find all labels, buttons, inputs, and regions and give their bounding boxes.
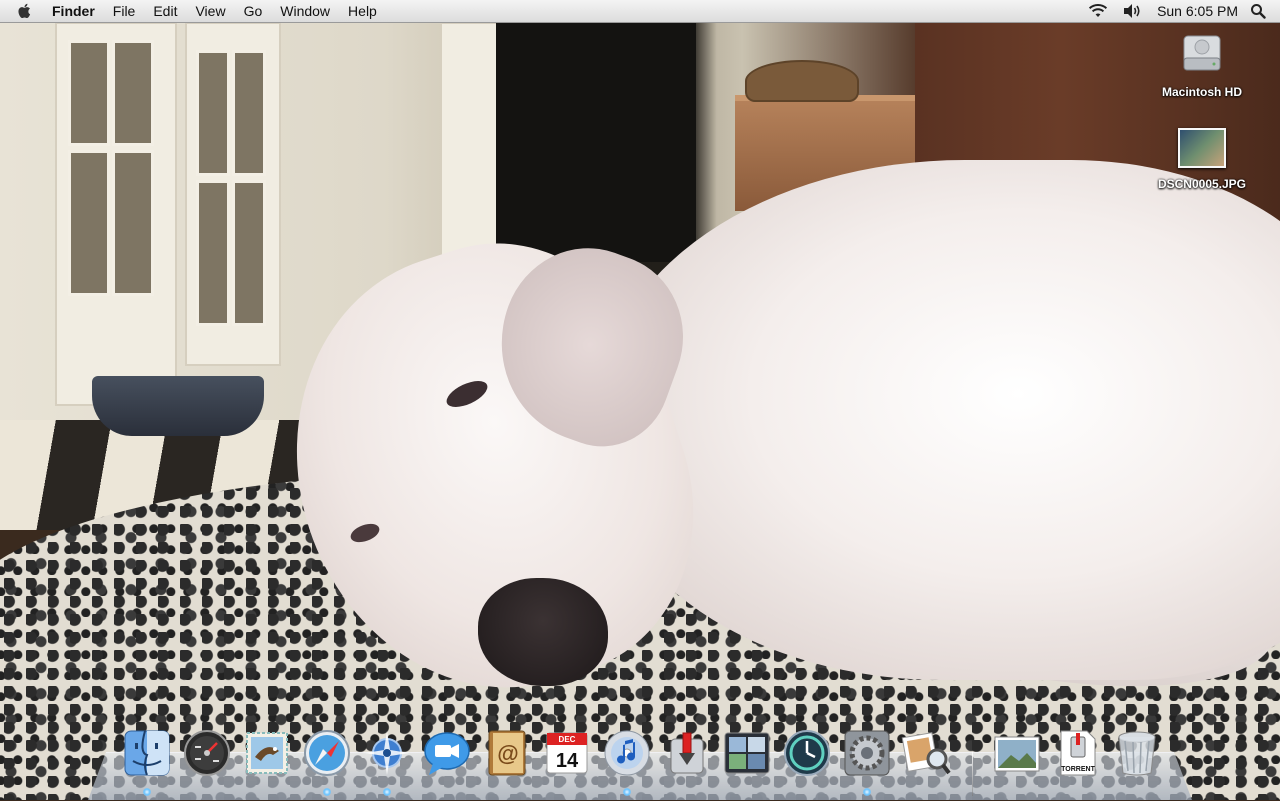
wifi-icon[interactable]: [1087, 2, 1109, 20]
finder-icon: [124, 730, 170, 776]
network-icon: [365, 731, 409, 775]
dock-item-trash[interactable]: [1110, 726, 1164, 780]
dock-separator: [972, 752, 973, 796]
picture-stack-icon: [994, 736, 1040, 772]
desktop-wallpaper: [0, 0, 1280, 800]
dock-item-time-machine[interactable]: [780, 726, 834, 780]
itunes-icon: [604, 730, 650, 776]
menu-window[interactable]: Window: [271, 0, 339, 22]
svg-text:@: @: [497, 741, 518, 766]
safari-icon: [304, 730, 350, 776]
dock-item-system-preferences[interactable]: [840, 726, 894, 780]
dock-item-finder[interactable]: [120, 726, 174, 780]
menu-clock[interactable]: Sun 6:05 PM: [1149, 3, 1250, 19]
desktop-icon-macintosh-hd[interactable]: Macintosh HD: [1142, 30, 1262, 99]
menu-extras: Sun 6:05 PM: [1081, 0, 1280, 22]
menu-bar: Finder File Edit View Go Window Help Sun…: [0, 0, 1280, 23]
image-file-icon: [1178, 128, 1226, 168]
menu-file[interactable]: File: [104, 0, 145, 22]
finder-running-indicator: [143, 788, 151, 796]
dock-item-address-book[interactable]: @: [480, 726, 534, 780]
mail-icon: [246, 732, 288, 774]
preview-icon: [901, 732, 951, 775]
system-preferences-running-indicator: [863, 788, 871, 796]
dock-item-dashboard[interactable]: [180, 726, 234, 780]
ichat-icon: [424, 732, 470, 775]
menu-go[interactable]: Go: [235, 0, 272, 22]
dock-item-safari[interactable]: [300, 726, 354, 780]
ical-month: DEC: [559, 735, 576, 744]
desktop-icon-label: DSCN0005.JPG: [1157, 177, 1247, 191]
dashboard-icon: [184, 730, 230, 776]
dock-item-network[interactable]: [360, 726, 414, 780]
torrent-file-icon: TORRENT: [1060, 730, 1096, 776]
apple-menu-icon[interactable]: [16, 2, 34, 20]
torrent-file-label: TORRENT: [1061, 766, 1095, 773]
trash-icon: [1118, 731, 1156, 776]
spaces-icon: [724, 732, 770, 774]
spotlight-icon[interactable]: [1250, 3, 1266, 19]
dock-item-transmission[interactable]: [660, 726, 714, 780]
desktop-icon-dscn0005[interactable]: DSCN0005.JPG: [1142, 128, 1262, 191]
itunes-running-indicator: [623, 788, 631, 796]
ical-icon: DEC 14: [546, 732, 588, 774]
menu-view[interactable]: View: [186, 0, 234, 22]
menu-edit[interactable]: Edit: [144, 0, 186, 22]
network-running-indicator: [383, 788, 391, 796]
dock-item-pictures-stack[interactable]: [990, 726, 1044, 780]
dock-item-mail[interactable]: [240, 726, 294, 780]
dock-item-preview[interactable]: [900, 726, 954, 780]
volume-icon[interactable]: [1121, 2, 1143, 20]
system-preferences-icon: [844, 730, 890, 776]
safari-running-indicator: [323, 788, 331, 796]
dock-item-itunes[interactable]: [600, 726, 654, 780]
desktop-icon-label: Macintosh HD: [1161, 85, 1242, 99]
address-book-icon: @: [488, 730, 526, 776]
menu-app-name[interactable]: Finder: [46, 0, 104, 22]
dock-item-ical[interactable]: DEC 14: [540, 726, 594, 780]
ical-day: 14: [556, 750, 579, 772]
dock-item-torrent[interactable]: TORRENT: [1050, 726, 1104, 780]
dock-item-ichat[interactable]: [420, 726, 474, 780]
dock-item-spaces[interactable]: [720, 726, 774, 780]
menu-help[interactable]: Help: [339, 0, 386, 22]
time-machine-icon: [784, 730, 830, 776]
transmission-icon: [670, 732, 704, 774]
hard-drive-icon: [1183, 35, 1221, 71]
